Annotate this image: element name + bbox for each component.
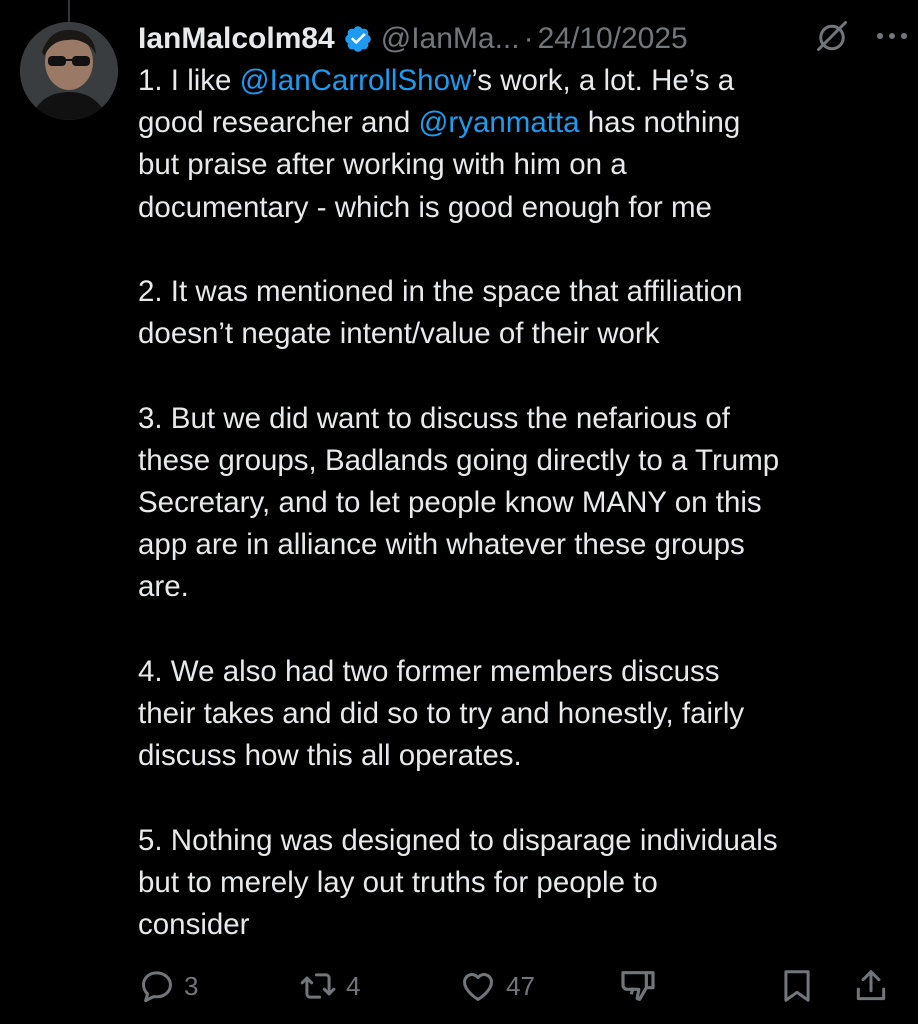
thread-line [68,0,70,24]
verified-badge-icon [344,26,371,52]
header-actions [814,18,908,54]
paragraph-2: 2. It was mentioned in the space that af… [138,275,743,351]
bookmark-icon [784,970,810,1002]
paragraph-1: 1. I like @IanCarrollShow’s work, a lot.… [138,64,740,224]
handle[interactable]: @IanMa... [381,22,520,56]
like-count: 47 [506,970,535,1001]
paragraph-4: 4. We also had two former members discus… [138,654,745,773]
repost-count: 4 [346,970,361,1001]
mention-link[interactable]: @ryanmatta [418,106,579,139]
like-button[interactable]: 47 [458,960,535,1012]
reply-button[interactable]: 3 [138,960,198,1012]
tweet-header: IanMalcolm84 @IanMa... · 24/10/2025 [138,14,898,64]
dislike-button[interactable] [618,960,658,1012]
more-icon[interactable] [876,30,908,42]
share-button[interactable] [852,960,890,1012]
separator: · [523,22,534,55]
reply-count: 3 [184,970,199,1001]
repost-icon [300,973,336,999]
action-bar: 3 4 47 [138,960,898,1012]
text-segment: 1. I like [138,64,240,97]
tweet-text: 1. I like @IanCarrollShow’s work, a lot.… [138,60,898,946]
paragraph-3: 3. But we did want to discuss the nefari… [138,401,780,604]
tweet-content: IanMalcolm84 @IanMa... · 24/10/2025 1. I… [138,14,898,946]
display-name[interactable]: IanMalcolm84 [138,22,335,56]
reply-icon [142,971,172,1003]
avatar[interactable] [20,22,118,120]
timestamp[interactable]: 24/10/2025 [538,22,688,56]
mention-link[interactable]: @IanCarrollShow [240,64,472,97]
like-icon [463,973,493,1001]
bookmark-button[interactable] [778,960,816,1012]
share-icon [856,970,886,1001]
grok-icon[interactable] [814,18,850,54]
dislike-icon [621,971,655,1001]
paragraph-5: 5. Nothing was designed to disparage ind… [138,823,778,942]
repost-button[interactable]: 4 [298,960,360,1012]
